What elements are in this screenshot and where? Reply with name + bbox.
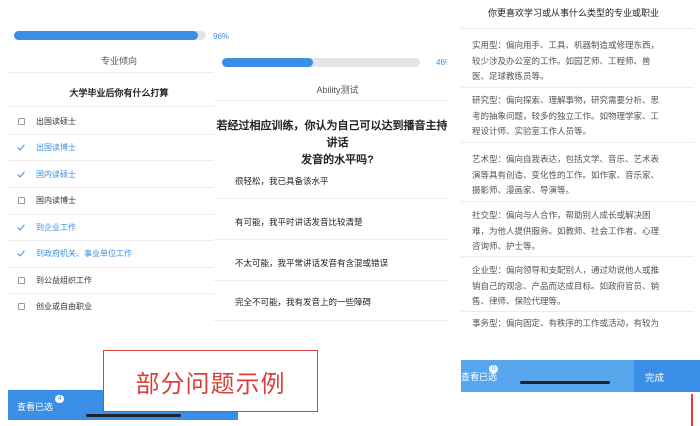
type-text-line: 事务型：偏向固定、有秩序的工作或活动，有较为 xyxy=(472,318,660,328)
divider xyxy=(8,267,230,268)
checkmark-icon[interactable] xyxy=(18,250,25,257)
checkbox-icon[interactable] xyxy=(18,197,25,204)
divider xyxy=(8,106,230,107)
type-option-practical[interactable]: 实用型：偏向用手、工具、机器制造或修理东西， 较少涉及办公室的工作。如园艺师、工… xyxy=(472,38,687,85)
question-text: 大学毕业后你有什么打算 xyxy=(69,88,169,98)
option-label: 到政府机关、事业单位工作 xyxy=(36,249,132,258)
option-label: 到企业工作 xyxy=(36,223,76,232)
option-label: 国内读博士 xyxy=(36,196,76,205)
divider xyxy=(8,134,230,135)
type-text-line: 演等具有创造、变化性的工作。如作家、音乐家、 xyxy=(472,169,660,180)
divider xyxy=(214,100,461,101)
divider xyxy=(214,198,461,199)
checkbox-icon[interactable] xyxy=(18,303,25,310)
divider xyxy=(461,256,694,257)
view-selected-label[interactable]: 查看已选 xyxy=(17,400,53,413)
type-text-line: 较少涉及办公室的工作。如园艺师、工程师、兽 xyxy=(472,55,651,66)
type-text-line: 咨询师、护士等。 xyxy=(472,241,541,251)
answer-option[interactable]: 很轻松，我已具备该水平 xyxy=(235,175,329,187)
divider xyxy=(461,201,694,202)
type-text-line: 企业型：偏向领导和支配别人，通过劝说他人或推 xyxy=(472,265,660,275)
panel-ability-test: 46% Ability测试 若经过相应训练，你认为自己可以达到播音主持人讲话 发… xyxy=(214,40,461,360)
section-title: Ability测试 xyxy=(316,85,359,95)
caption-text: 部分问题示例 xyxy=(135,370,286,398)
divider xyxy=(8,214,230,215)
option-label: 出国读博士 xyxy=(36,143,76,152)
progress-fill xyxy=(14,31,199,40)
divider xyxy=(8,240,230,241)
option-checkbox[interactable]: 出国读博士 xyxy=(18,142,76,153)
question-text: 若经过相应训练，你认为自己可以达到播音主持人讲话 发音的水平吗? xyxy=(214,118,461,169)
type-text-line: 程设计师、实验室工作人员等。 xyxy=(472,126,592,136)
type-text-line: 售、律师、保险代理等。 xyxy=(472,296,566,306)
type-text-line: 研究型：偏向探索、理解事物，研究需要分析、思 xyxy=(472,95,660,105)
done-label[interactable]: 完成 xyxy=(645,370,664,384)
checkmark-icon[interactable] xyxy=(18,171,25,178)
option-checkbox[interactable]: 到政府机关、事业单位工作 xyxy=(18,248,132,259)
question-line: 若经过相应训练，你认为自己可以达到播音主持人讲话 xyxy=(216,120,459,149)
answer-option[interactable]: 完全不可能，我有发音上的一些障碍 xyxy=(235,296,371,308)
progress-fill xyxy=(222,58,314,67)
type-option-research[interactable]: 研究型：偏向探索、理解事物，研究需要分析、思 考的抽象问题，较多的独立工作。如物… xyxy=(472,93,687,140)
divider xyxy=(8,187,230,188)
divider xyxy=(214,320,461,321)
option-label: 国内读硕士 xyxy=(36,170,76,179)
type-text-line: 社交型：偏向与人合作，帮助别人成长或解决困 xyxy=(472,210,651,220)
option-label: 创业或自由职业 xyxy=(36,302,92,311)
option-checkbox[interactable]: 出国读硕士 xyxy=(18,116,76,127)
type-option-artistic[interactable]: 艺术型：偏向自我表达，包括文学、音乐、艺术表 演等具有创造、变化性的工作。如作家… xyxy=(472,152,687,199)
answer-option[interactable]: 不太可能，我平常讲话发音有含混或错误 xyxy=(235,257,388,269)
divider xyxy=(214,239,461,240)
answer-option[interactable]: 有可能，我平时讲话发音比较清楚 xyxy=(235,216,363,228)
done-button[interactable] xyxy=(634,360,700,392)
home-indicator xyxy=(86,414,181,417)
checkmark-icon[interactable] xyxy=(18,144,25,151)
type-text-line: 实用型：偏向用手、工具、机器制造或修理东西， xyxy=(472,40,660,50)
checkbox-icon[interactable] xyxy=(18,277,25,284)
divider xyxy=(214,280,461,281)
type-text-line: 艺术型：偏向自我表达，包括文学、音乐、艺术表 xyxy=(472,154,660,164)
option-label: 出国读硕士 xyxy=(36,117,76,126)
divider xyxy=(461,142,694,143)
type-text-line: 销自己的观念、产品而达成目标。如政府官员、销 xyxy=(472,280,660,291)
divider xyxy=(461,28,694,29)
type-option-enterprise[interactable]: 企业型：偏向领导和支配别人，通过劝说他人或推 销自己的观念、产品而达成目标。如政… xyxy=(472,263,687,310)
progress-bar xyxy=(222,58,420,67)
option-label: 到公益组织工作 xyxy=(36,276,92,285)
selected-count-badge: 4 xyxy=(55,395,65,403)
home-indicator xyxy=(520,381,610,384)
question-line: 发音的水平吗? xyxy=(301,154,374,166)
divider xyxy=(461,87,694,88)
type-text-line: 摄影师、漫画家、导演等。 xyxy=(472,185,575,195)
caption-box: 部分问题示例 xyxy=(103,350,318,412)
divider xyxy=(8,160,230,161)
type-option-conventional[interactable]: 事务型：偏向固定、有秩序的工作或活动，有较为 xyxy=(472,316,687,332)
option-checkbox[interactable]: 创业或自由职业 xyxy=(18,301,92,312)
divider xyxy=(8,72,230,73)
red-marker-line xyxy=(691,394,693,426)
type-text-line: 难，为他人提供服务。如教师、社会工作者、心理 xyxy=(472,225,660,236)
type-option-social[interactable]: 社交型：偏向与人合作，帮助别人成长或解决困 难，为他人提供服务。如教师、社会工作… xyxy=(472,208,687,255)
checkbox-icon[interactable] xyxy=(18,118,25,125)
type-text-line: 考的抽象问题，较多的独立工作。如物理学家、工 xyxy=(472,110,660,121)
checkmark-icon[interactable] xyxy=(18,224,25,231)
divider xyxy=(461,311,694,312)
option-checkbox[interactable]: 到公益组织工作 xyxy=(18,275,92,286)
type-text-line: 医、足球教练员等。 xyxy=(472,71,549,81)
option-checkbox[interactable]: 国内读硕士 xyxy=(18,169,76,180)
option-checkbox[interactable]: 到企业工作 xyxy=(18,222,76,233)
section-title: 专业倾向 xyxy=(100,56,137,66)
option-checkbox[interactable]: 国内读博士 xyxy=(18,195,76,206)
progress-bar xyxy=(14,31,206,40)
divider xyxy=(8,293,230,294)
question-text: 你更喜欢学习或从事什么类型的专业或职业 xyxy=(487,8,659,18)
